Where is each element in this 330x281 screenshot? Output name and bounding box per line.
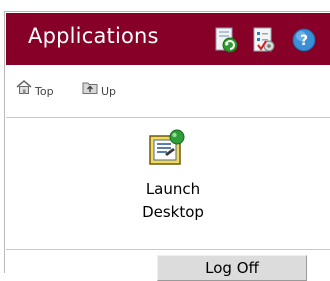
nav-top-label: Top — [35, 84, 54, 98]
nav-up-link[interactable]: Up — [82, 80, 116, 98]
help-icon[interactable]: ? — [290, 25, 318, 55]
application-list: Launch Desktop — [6, 118, 330, 250]
folder-up-icon — [82, 79, 98, 99]
svg-text:?: ? — [300, 33, 308, 49]
launch-desktop-label: Launch Desktop — [142, 180, 204, 221]
title-bar: Applications ? — [6, 13, 330, 65]
nav-up-label: Up — [101, 84, 117, 98]
launch-desktop-app[interactable]: Launch Desktop — [118, 126, 228, 230]
page-title: Applications — [28, 24, 159, 48]
web-interface-panel: Applications ? Top Up Launch Desktop Log… — [4, 11, 330, 281]
launch-desktop-icon — [147, 128, 187, 168]
footer-bar: Log Off — [6, 250, 330, 281]
navigation-bar: Top Up — [6, 66, 330, 118]
refresh-icon[interactable] — [212, 25, 240, 55]
home-icon — [16, 79, 32, 99]
nav-top-link[interactable]: Top — [16, 80, 54, 98]
preferences-icon[interactable] — [250, 25, 278, 55]
log-off-button[interactable]: Log Off — [157, 255, 307, 281]
